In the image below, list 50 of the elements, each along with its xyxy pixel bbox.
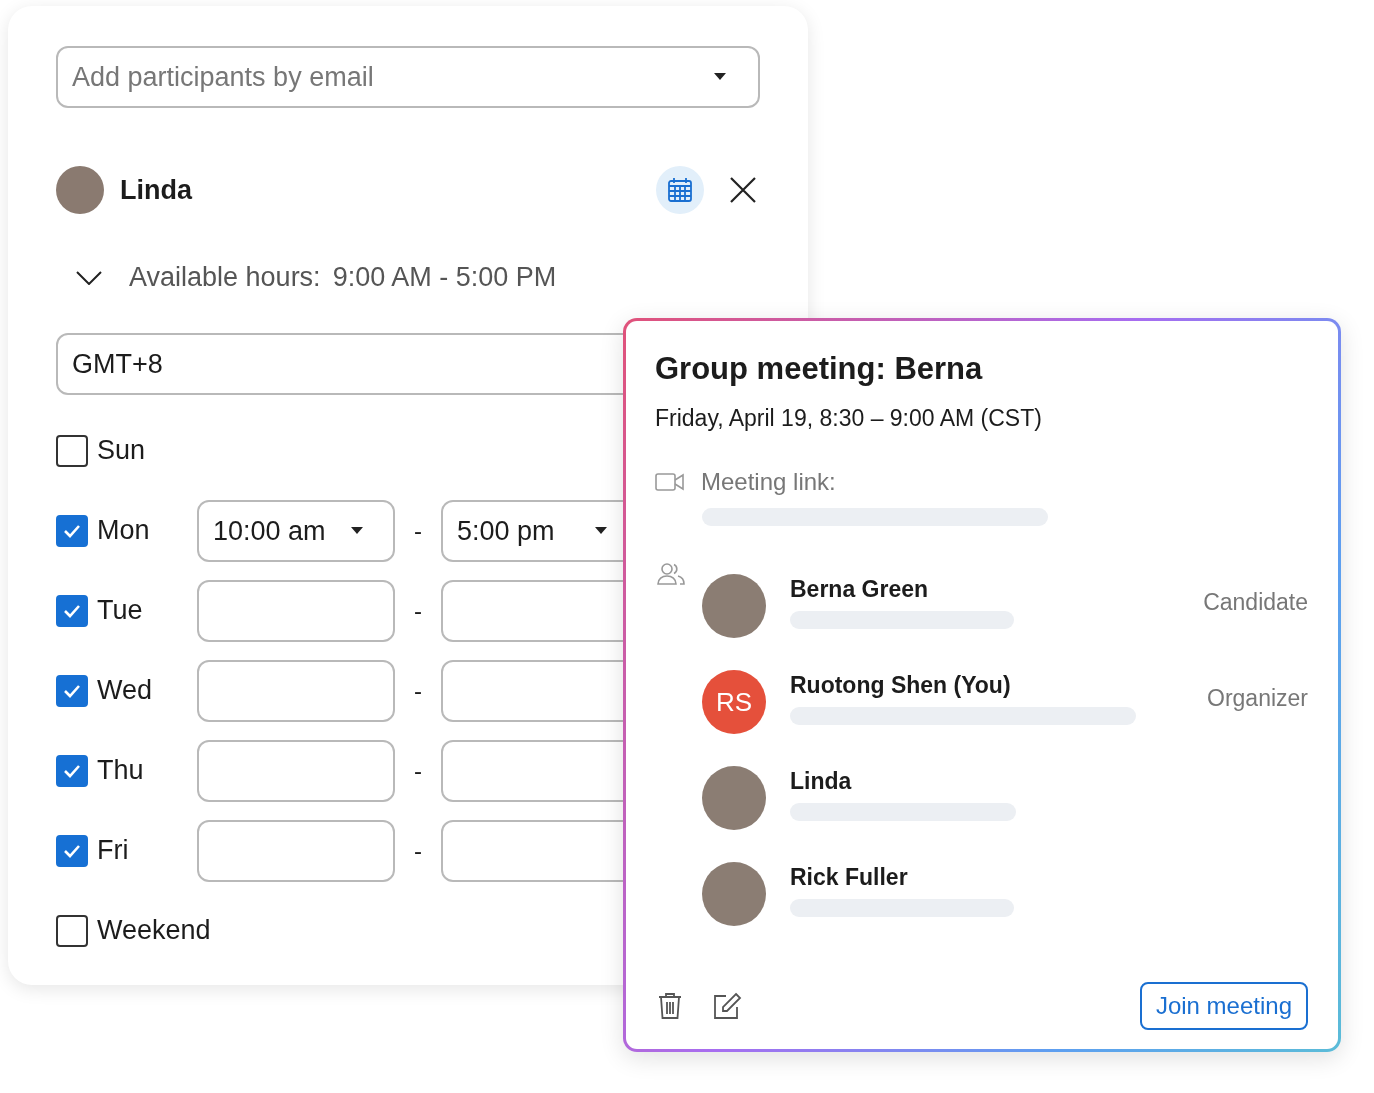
range-separator: -: [413, 517, 423, 545]
participant-name: Linda: [120, 174, 194, 206]
checkbox[interactable]: [56, 595, 88, 627]
day-label: Sun: [97, 434, 147, 468]
calendar-button[interactable]: [656, 166, 704, 214]
day-label: Weekend: [97, 914, 211, 948]
day-label: Fri: [97, 834, 130, 868]
start-time-field[interactable]: [197, 660, 395, 722]
edit-icon[interactable]: [712, 992, 742, 1020]
join-meeting-button[interactable]: Join meeting: [1139, 982, 1308, 1030]
range-separator: -: [413, 837, 423, 865]
meeting-link-label: Meeting link:: [701, 468, 836, 496]
caret-icon: [351, 527, 363, 535]
day-label: Mon: [97, 514, 151, 548]
checkbox[interactable]: [56, 915, 88, 947]
people-icon: [656, 562, 686, 586]
attendee-role: Candidate: [1203, 589, 1308, 616]
caret-icon: [595, 527, 607, 535]
day-label: Tue: [97, 594, 144, 628]
attendee-name: Berna Green: [790, 575, 930, 603]
day-label: Wed: [97, 674, 154, 708]
checkbox[interactable]: [56, 835, 88, 867]
attendee-name: Linda: [790, 767, 853, 795]
checkbox[interactable]: [56, 515, 88, 547]
trash-icon[interactable]: [658, 992, 682, 1020]
range-separator: -: [413, 597, 423, 625]
start-time-field[interactable]: [197, 820, 395, 882]
attendee-name: Ruotong Shen (You): [790, 671, 1012, 699]
checkbox[interactable]: [56, 435, 88, 467]
attendee-role: Organizer: [1207, 685, 1308, 712]
participants-field[interactable]: Add participants by email: [56, 46, 760, 108]
start-time-field[interactable]: 10:00 am: [197, 500, 395, 562]
close-icon[interactable]: [730, 177, 756, 203]
attendee-name: Rick Fuller: [790, 863, 909, 891]
calendar-icon: [667, 177, 693, 203]
available-hours-value: 9:00 AM - 5:00 PM: [332, 262, 557, 293]
start-time-field[interactable]: [197, 580, 395, 642]
video-camera-icon: [655, 472, 685, 492]
chevron-down-icon[interactable]: [76, 270, 102, 285]
meeting-date: Friday, April 19, 8:30 – 9:00 AM (CST): [655, 405, 1043, 432]
checkbox[interactable]: [56, 675, 88, 707]
day-label: Thu: [97, 754, 145, 788]
caret-icon: [714, 73, 726, 81]
range-separator: -: [413, 757, 423, 785]
checkbox[interactable]: [56, 755, 88, 787]
initials-avatar: RS: [702, 670, 766, 734]
avatar: [56, 166, 104, 214]
range-separator: -: [413, 677, 423, 705]
start-time-field[interactable]: [197, 740, 395, 802]
available-hours-label: Available hours:: [129, 262, 321, 293]
